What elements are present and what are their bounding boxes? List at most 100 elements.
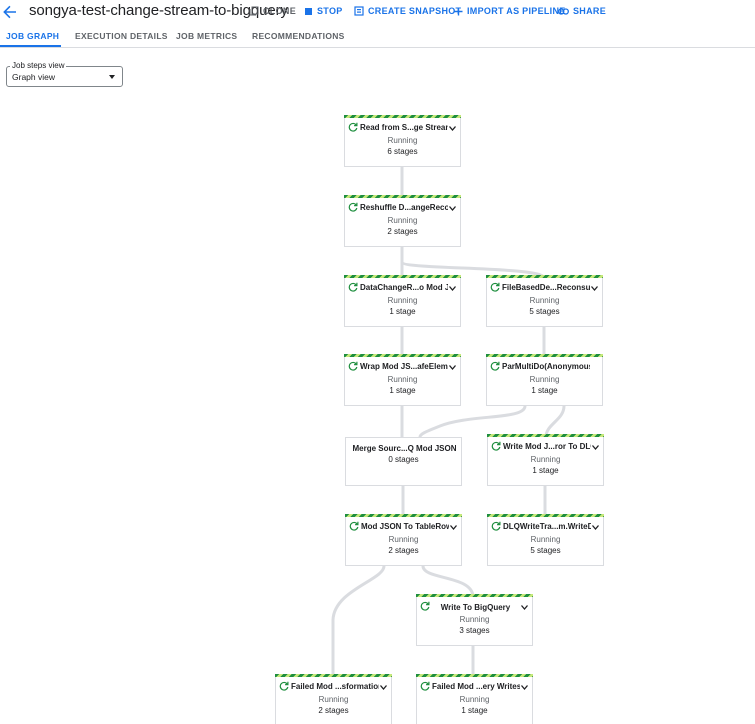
node-name: Failed Mod ...sformation [291, 682, 379, 691]
tab-bar: JOB GRAPH EXECUTION DETAILS JOB METRICS … [0, 26, 755, 48]
chevron-down-icon[interactable] [521, 605, 528, 610]
chevron-down-icon[interactable] [380, 685, 387, 690]
node-name: Write To BigQuery [440, 603, 511, 612]
node-stage-count: 1 stage [532, 466, 559, 475]
node-name: Merge Sourc...Q Mod JSON [352, 444, 457, 453]
node-stage-count: 1 stage [531, 386, 558, 395]
create-snapshot-label: CREATE SNAPSHOT [368, 6, 462, 16]
node-name: DLQWriteTra...m.WriteDLQ [503, 522, 591, 531]
back-arrow-icon[interactable] [1, 3, 19, 21]
graph-node-writemod[interactable]: Write Mod J...ror To DLQ Running 1 stage [487, 434, 604, 486]
import-as-pipeline-label: IMPORT AS PIPELINE [467, 6, 566, 16]
import-as-pipeline-button[interactable]: IMPORT AS PIPELINE [454, 6, 566, 16]
node-status: Running [459, 615, 490, 624]
chevron-down-icon[interactable] [521, 685, 528, 690]
node-stage-count: 1 stage [389, 386, 416, 395]
node-name: Mod JSON To TableRow [361, 522, 449, 531]
node-status: Running [459, 695, 490, 704]
running-icon [491, 441, 501, 451]
node-name: Wrap Mod JS...afeElement [360, 362, 448, 371]
node-status: Running [529, 296, 560, 305]
running-icon [490, 361, 500, 371]
chevron-down-icon[interactable] [449, 365, 456, 370]
node-status: Running [529, 375, 560, 384]
tab-recommendations[interactable]: RECOMMENDATIONS [252, 31, 345, 41]
graph-node-dlqwrite[interactable]: DLQWriteTra...m.WriteDLQ Running 5 stage… [487, 514, 604, 566]
job-graph-canvas: Read from S...ge Streams Running 6 stage… [0, 0, 755, 724]
node-name: Failed Mod ...ery Writes [432, 682, 520, 691]
node-status: Running [318, 695, 349, 704]
tab-job-graph[interactable]: JOB GRAPH [6, 31, 59, 41]
node-name: Reshuffle D...angeRecord [360, 203, 448, 212]
edge-modjson-writebq [421, 564, 475, 599]
node-stage-count: 1 stage [389, 307, 416, 316]
dropdown-arrow-icon [109, 75, 115, 79]
graph-node-read[interactable]: Read from S...ge Streams Running 6 stage… [344, 115, 461, 167]
clone-label: CLONE [263, 6, 296, 16]
node-name: Read from S...ge Streams [360, 123, 448, 132]
running-icon [348, 122, 358, 132]
share-button[interactable]: SHARE [558, 6, 606, 16]
edge-parmulti-writemod [544, 404, 566, 439]
snapshot-icon [354, 6, 364, 16]
graph-node-writebq[interactable]: Write To BigQuery Running 3 stages [416, 594, 533, 646]
node-stage-count: 5 stages [530, 546, 561, 555]
node-status: Running [387, 136, 418, 145]
edge-parmulti-merge [418, 404, 527, 439]
active-tab-indicator [0, 45, 61, 47]
graph-node-merge[interactable]: Merge Sourc...Q Mod JSON 0 stages [345, 437, 462, 486]
share-label: SHARE [573, 6, 607, 16]
running-icon [348, 202, 358, 212]
running-icon [420, 681, 430, 691]
stop-button[interactable]: STOP [304, 6, 343, 16]
node-status: Running [387, 296, 418, 305]
node-stage-count: 6 stages [387, 147, 418, 156]
tab-execution-details[interactable]: EXECUTION DETAILS [75, 31, 168, 41]
graph-node-datachange[interactable]: DataChangeR...o Mod JSON Running 1 stage [344, 275, 461, 327]
plus-icon [454, 7, 463, 15]
chevron-down-icon[interactable] [449, 286, 456, 291]
graph-node-failedmod[interactable]: Failed Mod ...sformation Running 2 stage… [275, 674, 392, 724]
graph-node-wrap[interactable]: Wrap Mod JS...afeElement Running 1 stage [344, 354, 461, 406]
node-stage-count: 2 stages [388, 546, 419, 555]
graph-node-failedwrites[interactable]: Failed Mod ...ery Writes Running 1 stage [416, 674, 533, 724]
stop-label: STOP [317, 6, 343, 16]
chevron-down-icon[interactable] [450, 525, 457, 530]
graph-node-modjson[interactable]: Mod JSON To TableRow Running 2 stages [345, 514, 462, 566]
node-status: Running [388, 535, 419, 544]
node-stage-count: 1 stage [461, 706, 488, 715]
graph-node-parmulti[interactable]: ParMultiDo(Anonymous) Running 1 stage [486, 354, 603, 406]
copy-icon [249, 6, 259, 16]
graph-node-filebased[interactable]: FileBasedDe...Reconsumer Running 5 stage… [486, 275, 603, 327]
node-status: Running [530, 535, 561, 544]
node-status: Running [387, 375, 418, 384]
chevron-down-icon[interactable] [592, 445, 599, 450]
running-icon [348, 282, 358, 292]
running-icon [491, 521, 501, 531]
running-icon [348, 361, 358, 371]
node-status: Running [530, 455, 561, 464]
chevron-down-icon[interactable] [449, 206, 456, 211]
running-icon [279, 681, 289, 691]
node-name: ParMultiDo(Anonymous) [502, 362, 590, 371]
tab-job-metrics[interactable]: JOB METRICS [176, 31, 237, 41]
create-snapshot-button[interactable]: CREATE SNAPSHOT [354, 6, 461, 16]
running-icon [490, 282, 500, 292]
node-name: FileBasedDe...Reconsumer [502, 283, 590, 292]
job-steps-view-label: Job steps view [10, 61, 67, 70]
edge-modjson-failedmod [331, 564, 386, 679]
chevron-down-icon[interactable] [591, 286, 598, 291]
node-status: Running [387, 216, 418, 225]
clone-button[interactable]: CLONE [249, 6, 296, 16]
chevron-down-icon[interactable] [449, 126, 456, 131]
node-stage-count: 5 stages [529, 307, 560, 316]
graph-node-reshuffle[interactable]: Reshuffle D...angeRecord Running 2 stage… [344, 195, 461, 247]
job-header: songya-test-change-stream-to-bigquery CL… [0, 0, 755, 26]
job-steps-view-value: Graph view [12, 72, 55, 82]
chevron-down-icon[interactable] [592, 525, 599, 530]
link-icon [558, 7, 569, 15]
node-name: Write Mod J...ror To DLQ [503, 442, 591, 451]
node-stage-count: 3 stages [459, 626, 490, 635]
node-stage-count: 2 stages [387, 227, 418, 236]
stop-icon [305, 7, 312, 15]
